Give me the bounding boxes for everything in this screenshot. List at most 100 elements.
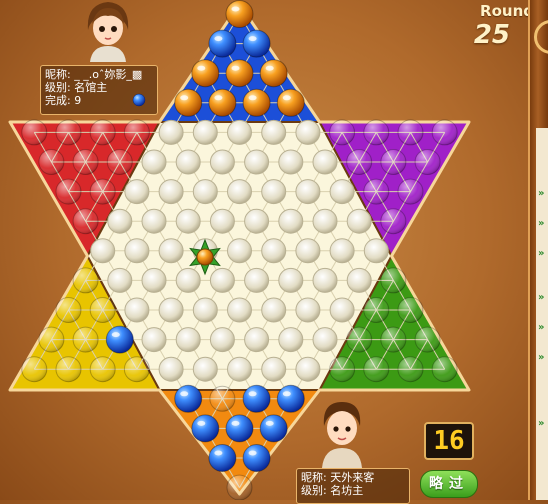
bottom-player-nickname: 昵称: 天外来客 <box>301 471 375 484</box>
board-hole <box>346 149 373 175</box>
skip-turn-button[interactable]: 略过 <box>420 470 478 498</box>
marble-highlight <box>214 450 223 456</box>
board-hole <box>89 178 116 205</box>
board-hole <box>227 119 252 145</box>
board-hole <box>89 297 116 323</box>
top-player-info: 昵称: _ _.oˆ妳影_▩ 级别: 名馆主 完成: 9 <box>40 65 158 115</box>
orange-marble <box>208 88 237 117</box>
marble-highlight <box>214 36 223 42</box>
marble-highlight <box>231 420 240 426</box>
board-hole <box>397 178 424 205</box>
board-hole <box>55 178 82 205</box>
board-hole <box>227 297 252 323</box>
board-hole <box>261 119 287 145</box>
marble-highlight <box>282 391 291 397</box>
marble-highlight <box>231 6 240 12</box>
marble-highlight <box>180 95 189 101</box>
round-label: Round <box>480 2 534 20</box>
marble-highlight <box>197 65 206 71</box>
board-hole <box>431 356 458 383</box>
board-hole <box>175 267 201 293</box>
marble-highlight <box>248 95 257 101</box>
board-hole <box>295 119 321 145</box>
board-hole <box>175 149 201 175</box>
board-hole <box>38 149 65 175</box>
board-hole <box>72 326 99 353</box>
blue-marble <box>259 414 288 443</box>
board-hole <box>295 297 321 323</box>
board-hole <box>244 149 270 175</box>
marble-highlight <box>248 36 257 42</box>
board-hole <box>363 119 390 146</box>
blue-marble <box>242 384 271 413</box>
board-hole <box>312 149 338 175</box>
board-hole <box>72 149 99 175</box>
board-hole <box>261 356 287 382</box>
bottom-player-level: 级别: 名坊主 <box>301 484 364 497</box>
list-arrow-icon: » <box>538 292 545 303</box>
board-hole <box>158 238 184 264</box>
board-hole <box>397 297 424 323</box>
orange-marble <box>174 88 203 117</box>
side-panel-arc-icon <box>534 20 548 54</box>
board-hole <box>380 326 407 353</box>
board-hole <box>380 267 407 294</box>
board-hole <box>431 119 458 146</box>
board-hole <box>346 326 373 353</box>
marble-highlight <box>248 391 257 397</box>
board-hole <box>414 149 441 175</box>
turn-timer: 16 <box>424 422 474 460</box>
list-arrow-icon: » <box>538 188 545 199</box>
side-panel-list <box>536 128 548 500</box>
board-hole <box>329 297 355 323</box>
board-hole <box>72 208 99 235</box>
top-player-nickname: 昵称: _ _.oˆ妳影_▩ <box>45 68 143 81</box>
blue-marble <box>105 325 134 354</box>
blue-marble <box>242 444 271 472</box>
board-hole <box>124 297 150 323</box>
blue-marble <box>242 29 271 58</box>
top-player-avatar <box>87 2 129 62</box>
board-hole <box>141 327 167 353</box>
list-arrow-icon: » <box>538 418 545 429</box>
side-panel-edge[interactable]: » » » » » » » <box>528 0 548 500</box>
board-hole <box>278 149 304 175</box>
orange-marble <box>225 0 254 28</box>
board-hole <box>38 326 65 353</box>
board-hole <box>227 179 252 205</box>
board-hole <box>278 327 304 353</box>
marble-highlight <box>197 420 206 426</box>
board-hole <box>346 208 372 234</box>
board-hole <box>209 385 236 412</box>
board-hole <box>209 149 235 175</box>
board-hole <box>363 238 389 264</box>
board-hole <box>141 208 167 234</box>
board-hole <box>158 119 184 145</box>
board-hole <box>124 238 150 264</box>
board-hole <box>363 297 390 323</box>
board-hole <box>227 238 252 264</box>
board-hole <box>278 267 304 293</box>
list-arrow-icon: » <box>538 248 545 259</box>
marble-highlight <box>111 332 120 338</box>
board-hole <box>346 267 372 293</box>
blue-marble <box>191 414 220 443</box>
board-hole <box>55 297 82 323</box>
orange-marble <box>191 59 220 88</box>
board-hole <box>90 238 116 264</box>
board-hole <box>123 119 150 146</box>
board-hole <box>158 356 184 382</box>
board-hole <box>363 356 390 383</box>
board-hole <box>226 474 253 500</box>
board-hole <box>89 356 116 383</box>
blue-marble <box>225 414 254 443</box>
board-hole <box>107 267 133 293</box>
board-hole <box>363 178 390 205</box>
board-hole <box>380 208 407 235</box>
board-hole <box>261 238 287 264</box>
board-hole <box>107 208 133 234</box>
board-hole <box>227 356 252 382</box>
board-hole <box>192 119 218 145</box>
board-hole <box>55 356 82 383</box>
board-hole <box>312 267 338 293</box>
